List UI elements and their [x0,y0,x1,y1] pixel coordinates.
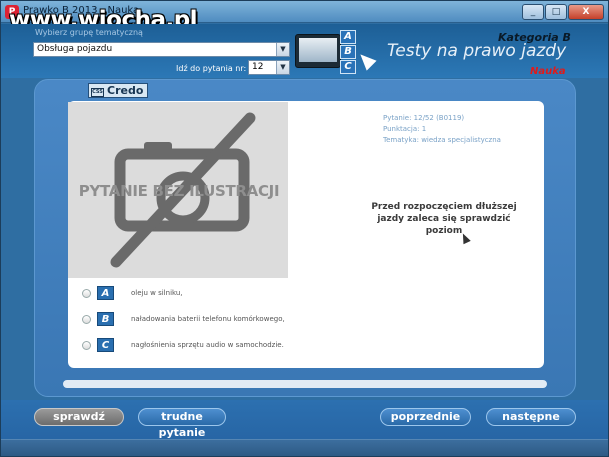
answer-letter: A [97,286,114,300]
goto-select[interactable]: 12 ▼ [248,60,290,75]
mode-c-button[interactable]: C [340,60,356,74]
category-select[interactable]: Obsługa pojazdu ▼ [33,42,290,57]
mode-label: Nauka [530,66,566,77]
question-content: PYTANIE BEZ ILUSTRACJI Pytanie: 12/52 (B… [68,101,544,368]
app-window: P Prawko B 2013 - Nauka www.wiocha.pl _ … [0,0,609,457]
answer-b[interactable]: B naładowania baterii telefonu komórkowe… [82,311,285,327]
answer-text: nagłośnienia sprzętu audio w samochodzie… [131,341,284,349]
cursor-icon [355,49,377,71]
window-controls: _ □ X [522,4,604,20]
panel-footer-strip [63,380,547,388]
category-label: Wybierz grupę tematyczną [35,28,143,37]
radio-button[interactable] [82,314,91,324]
mode-a-button[interactable]: A [340,30,356,44]
question-meta: Pytanie: 12/52 (B0119) Punktacja: 1 Tema… [383,113,501,146]
next-button[interactable]: następne [486,408,576,426]
radio-button[interactable] [82,340,91,350]
answer-text: naładowania baterii telefonu komórkowego… [131,315,285,323]
question-image: PYTANIE BEZ ILUSTRACJI [68,102,288,278]
answer-a[interactable]: A oleju w silniku, [82,285,183,301]
mode-b-button[interactable]: B [340,45,356,59]
answer-mode-buttons: A B C [340,30,356,74]
chevron-down-icon: ▼ [276,43,289,56]
credo-logo: CSS Credo [88,83,149,98]
radio-button[interactable] [82,288,91,298]
close-button[interactable]: X [568,4,604,20]
app-title: Testy na prawo jazdy [387,41,567,61]
hard-question-button[interactable]: trudne pytanie [138,408,226,439]
question-panel: CSS Credo PYTANIE BEZ ILUSTRACJI Pytanie:… [34,79,576,397]
answer-letter: B [97,312,114,326]
title-bar: P Prawko B 2013 - Nauka www.wiocha.pl _ … [1,1,608,33]
answer-letter: C [97,338,114,352]
check-button[interactable]: sprawdź [34,408,124,426]
logo-badge: CSS [91,88,104,97]
category-value: Obsługa pojazdu [37,44,113,54]
goto-value: 12 [252,62,264,72]
chevron-down-icon: ▼ [276,61,289,74]
header: Wybierz grupę tematyczną Obsługa pojazdu… [1,24,608,78]
goto-label: Idź do pytania nr: [176,64,247,73]
maximize-button[interactable]: □ [545,4,567,20]
status-bar [1,439,608,456]
answer-text: oleju w silniku, [131,289,183,297]
answer-c[interactable]: C nagłośnienia sprzętu audio w samochodz… [82,337,284,353]
monitor-icon[interactable] [295,34,341,68]
logo-text: Credo [107,84,144,97]
question-points: Punktacja: 1 [383,125,427,133]
question-number: Pytanie: 12/52 (B0119) [383,114,465,122]
minimize-button[interactable]: _ [522,4,544,20]
no-image-text: PYTANIE BEZ ILUSTRACJI [78,182,280,200]
question-topic: Tematyka: wiedza specjalistyczna [383,136,501,144]
question-text: Przed rozpoczęciem dłuższej jazdy zaleca… [371,202,517,236]
previous-button[interactable]: poprzednie [380,408,471,426]
